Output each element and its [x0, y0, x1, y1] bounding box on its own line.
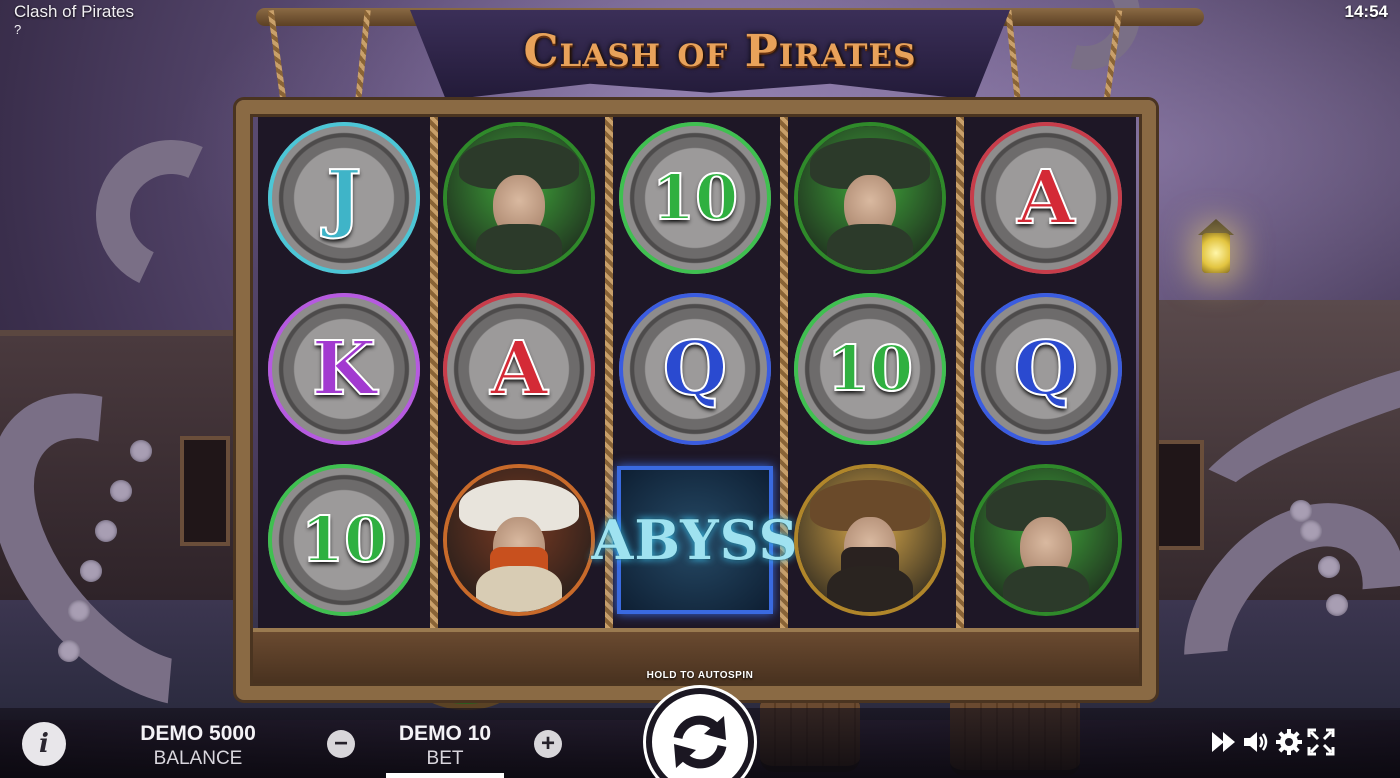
reel-1-row-2-symbol: K [266, 291, 422, 447]
reel-3-row-1-symbol: 10 [617, 120, 773, 276]
green-captain-portrait-icon [443, 122, 595, 274]
balance-value: DEMO 5000 [140, 722, 256, 745]
reel-4-row-3-symbol [792, 462, 948, 618]
decrease-bet-button[interactable]: − [327, 730, 355, 758]
bet-value: DEMO 10 [398, 722, 492, 745]
coin-symbol: 10 [619, 122, 771, 274]
spin-arrows-icon [673, 715, 727, 769]
clock: 14:54 [1344, 2, 1388, 21]
window-title: Clash of Pirates [14, 2, 134, 21]
balance-caption: BALANCE [153, 748, 243, 769]
black-beard-captain-portrait-icon [794, 464, 946, 616]
scatter-symbol: ABYSS [592, 466, 797, 614]
increase-bet-button[interactable]: + [534, 730, 562, 758]
reel-3-row-2-symbol: Q [617, 291, 773, 447]
reel-2-row-1-symbol [441, 120, 597, 276]
reel-5-row-3-symbol [968, 462, 1124, 618]
settings-gear-icon[interactable] [1275, 728, 1303, 756]
game-title: Clash of Pirates [523, 26, 917, 77]
symbol-label: A [489, 326, 548, 412]
reel-2-row-3-symbol [441, 462, 597, 618]
green-captain-portrait-icon [970, 464, 1122, 616]
coin-symbol: J [268, 122, 420, 274]
red-beard-pirate-portrait-icon [443, 464, 595, 616]
reel-5-row-1-symbol: A [968, 120, 1124, 276]
coin-symbol: A [443, 293, 595, 445]
coin-symbol: Q [970, 293, 1122, 445]
fullscreen-icon[interactable] [1307, 728, 1335, 756]
volume-icon[interactable] [1242, 728, 1270, 756]
coin-symbol: A [970, 122, 1122, 274]
symbol-label: 10 [300, 503, 388, 576]
symbol-label: J [325, 155, 362, 241]
scatter-label: ABYSS [591, 508, 799, 572]
info-button[interactable]: i [22, 722, 66, 766]
bet-underline [386, 773, 504, 778]
symbol-label: 10 [651, 161, 739, 234]
coin-symbol: 10 [268, 464, 420, 616]
reel-1-row-1-symbol: J [266, 120, 422, 276]
symbol-label: K [311, 326, 377, 412]
symbol-label: A [1016, 155, 1075, 241]
coin-symbol: K [268, 293, 420, 445]
help-mark: ? [14, 22, 22, 37]
bet-display: DEMO 10 BET [375, 722, 515, 770]
coin-symbol: 10 [794, 293, 946, 445]
green-captain-portrait-icon [794, 122, 946, 274]
symbol-label: 10 [826, 332, 914, 405]
lantern-icon [1196, 215, 1236, 295]
reel-5-row-2-symbol: Q [968, 291, 1124, 447]
reel-4-row-2-symbol: 10 [792, 291, 948, 447]
reel-1-row-3-symbol: 10 [266, 462, 422, 618]
symbol-label: Q [1013, 326, 1079, 412]
fast-forward-icon[interactable] [1210, 728, 1238, 756]
coin-symbol: Q [619, 293, 771, 445]
reel-4-row-1-symbol [792, 120, 948, 276]
spin-button[interactable] [646, 688, 754, 778]
spin-control [646, 680, 754, 778]
reel-3-row-3-symbol: ABYSS [592, 462, 797, 618]
reel-2-row-2-symbol: A [441, 291, 597, 447]
symbol-label: Q [662, 326, 728, 412]
bet-caption: BET [426, 748, 464, 769]
balance-display: DEMO 5000 BALANCE [118, 722, 278, 770]
